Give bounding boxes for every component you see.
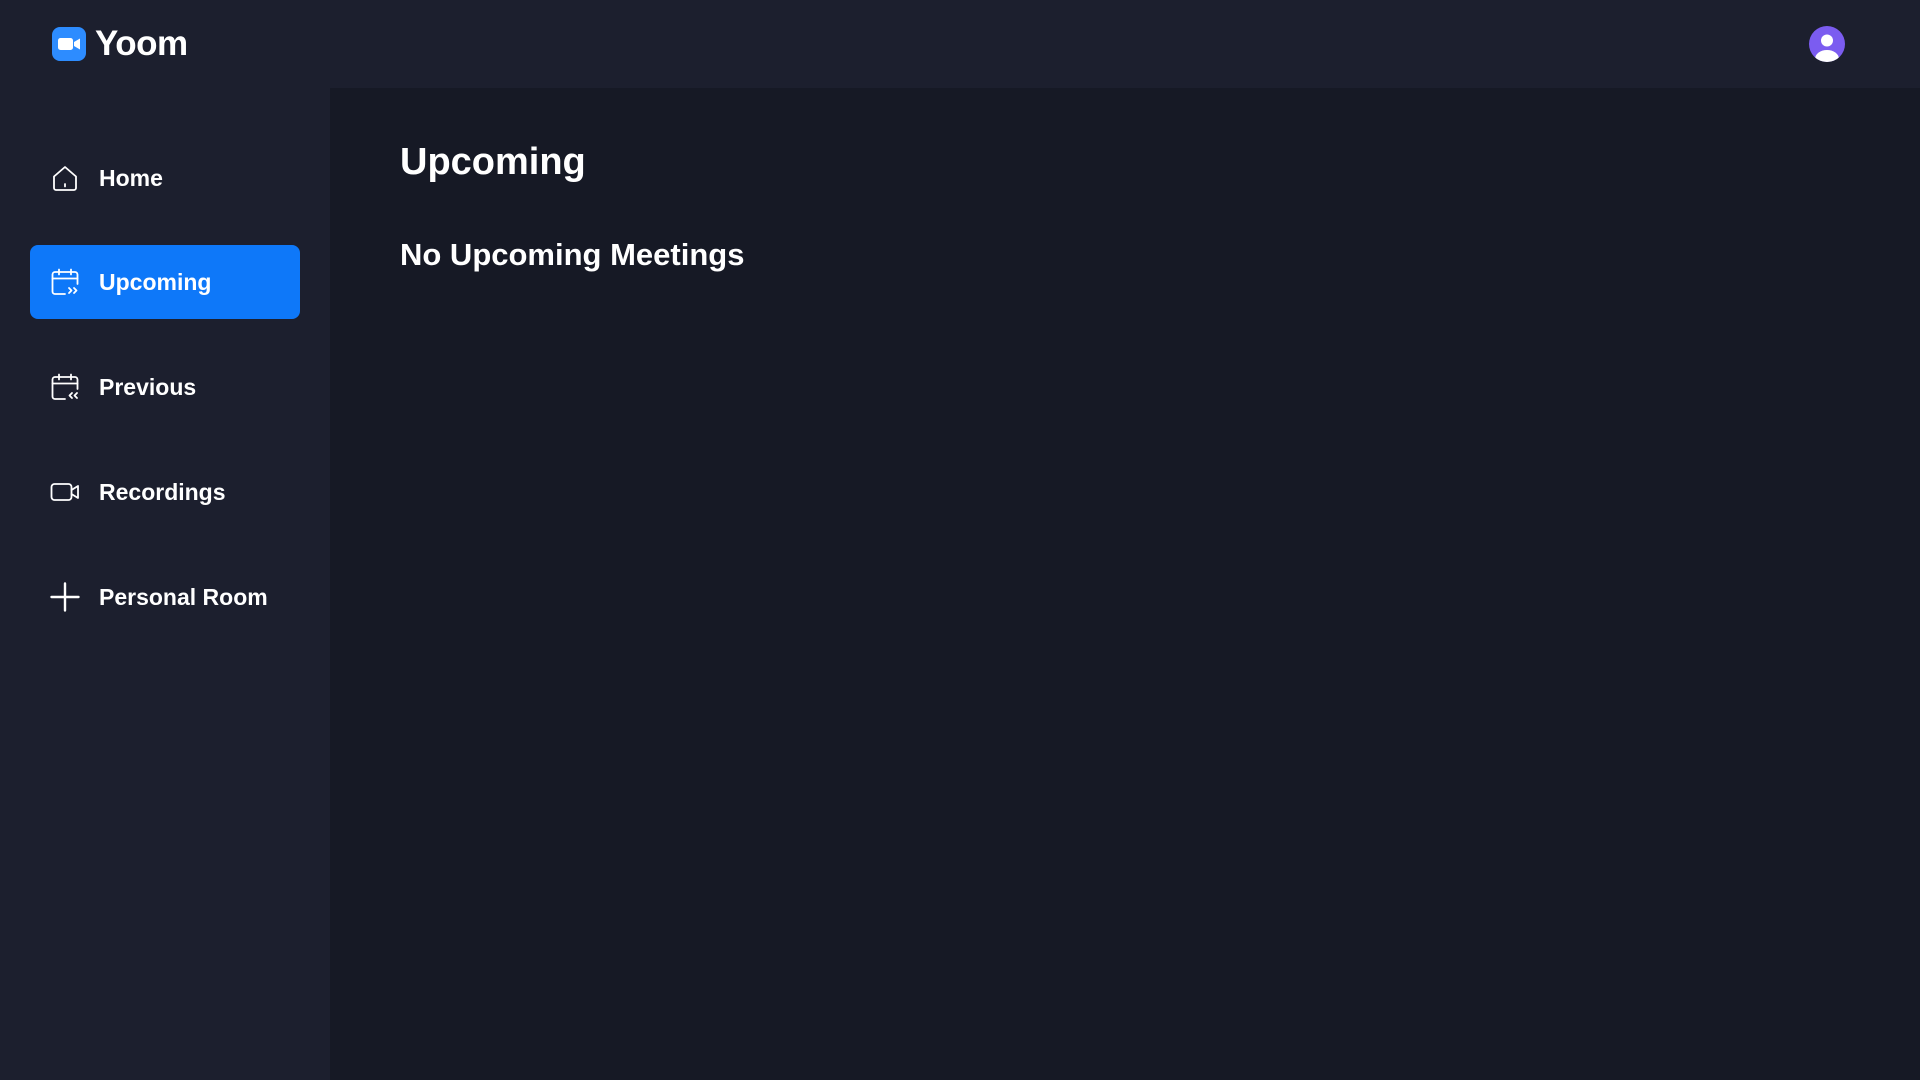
main-content: Upcoming No Upcoming Meetings [330,88,1920,1080]
brand-name: Yoom [95,24,188,63]
user-avatar-button[interactable] [1809,26,1845,62]
calendar-upcoming-icon [49,266,81,298]
sidebar-item-label: Recordings [99,478,226,505]
user-avatar-icon [1809,26,1845,62]
sidebar-item-previous[interactable]: Previous [30,350,300,424]
sidebar-item-home[interactable]: Home [30,141,300,215]
plus-icon [49,581,81,613]
home-icon [49,162,81,194]
sidebar-item-label: Personal Room [99,583,268,610]
calendar-previous-icon [49,371,81,403]
page-title: Upcoming [400,141,586,183]
sidebar-item-upcoming[interactable]: Upcoming [30,245,300,319]
video-camera-logo-icon [52,27,86,61]
sidebar-item-label: Upcoming [99,268,212,295]
video-icon [49,476,81,508]
empty-state-message: No Upcoming Meetings [400,237,745,272]
top-navbar: Yoom [0,0,1920,88]
brand-link[interactable]: Yoom [52,24,188,64]
sidebar: Home Upcoming Previous Recordings Person… [0,88,330,1080]
sidebar-item-recordings[interactable]: Recordings [30,455,300,529]
sidebar-item-personal-room[interactable]: Personal Room [30,560,300,634]
sidebar-item-label: Previous [99,373,197,400]
sidebar-item-label: Home [99,164,163,191]
